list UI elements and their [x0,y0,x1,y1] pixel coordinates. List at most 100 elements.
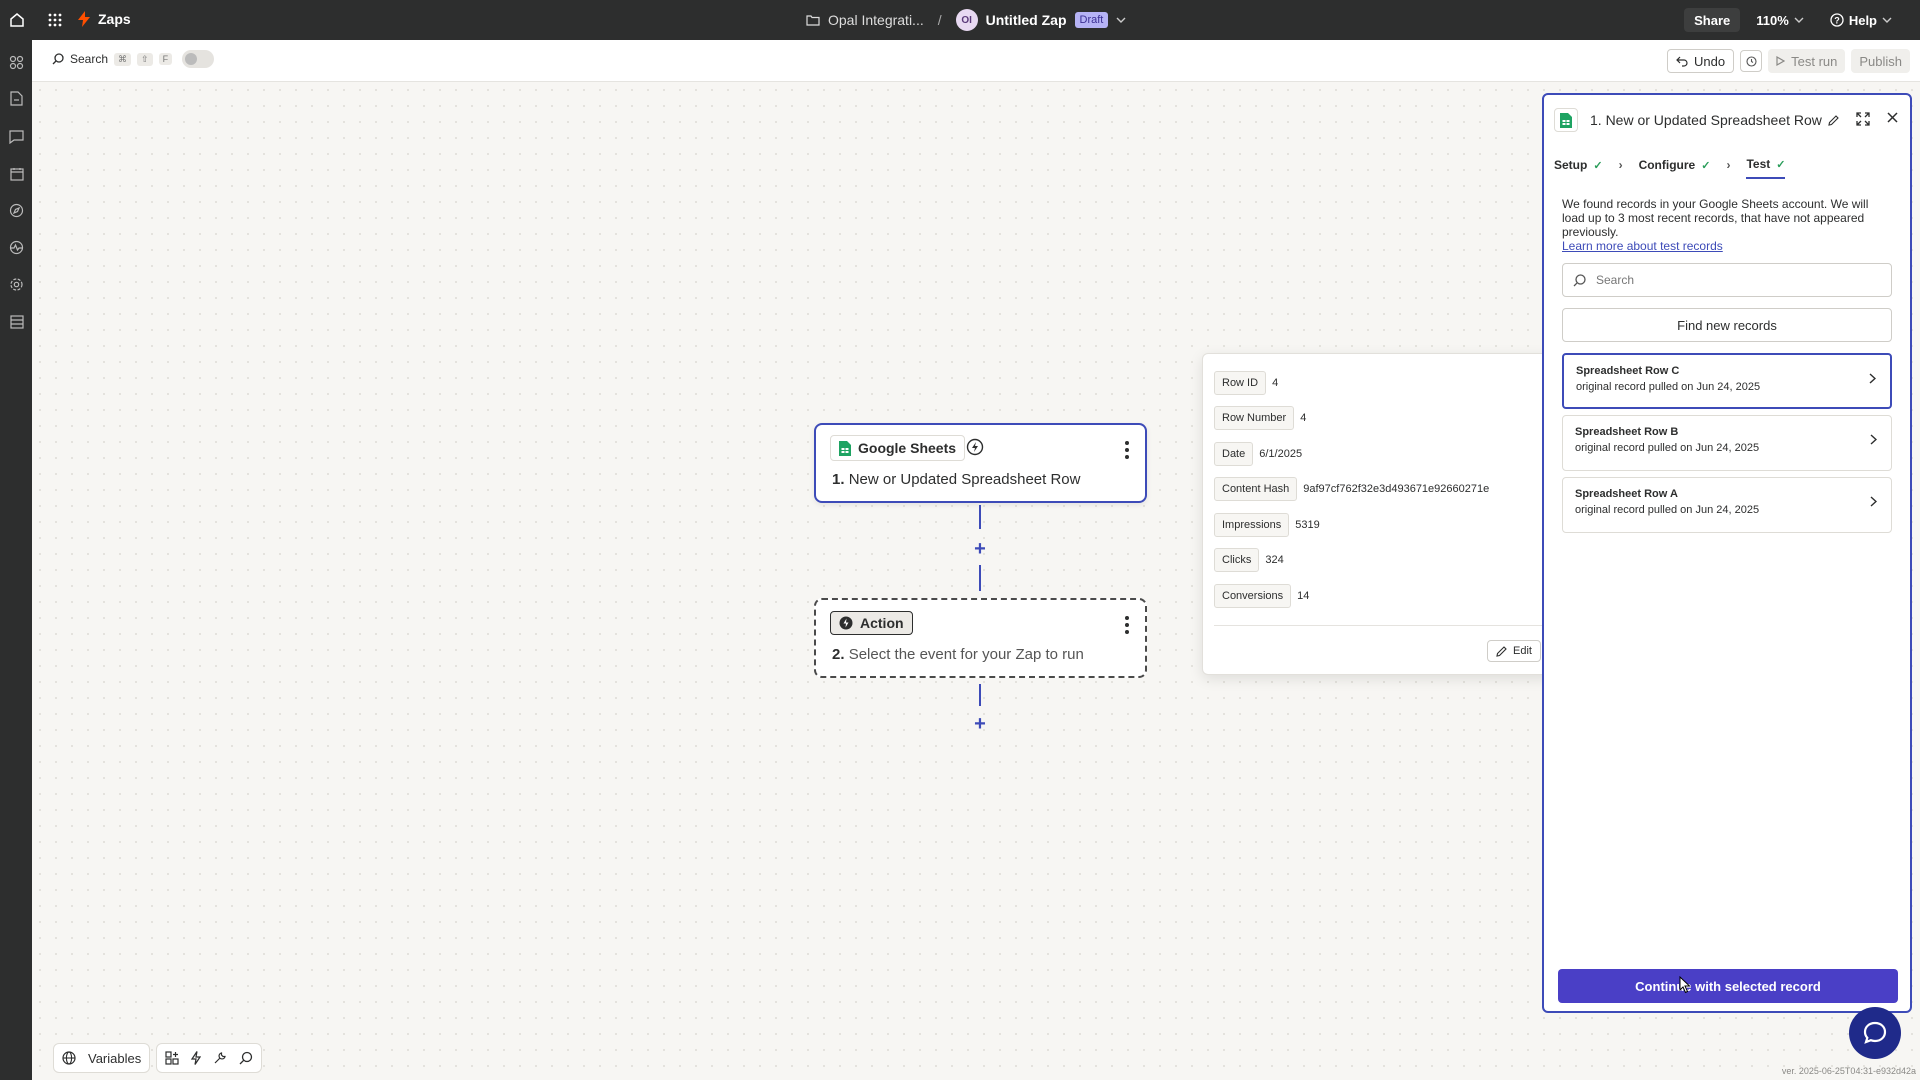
more-options-icon[interactable] [1125,441,1129,459]
add-step-button[interactable]: + [972,539,988,559]
continue-with-selected-record-button[interactable]: Continue with selected record [1558,969,1898,1003]
record-detail-popover: Row ID 4 Row Number 4 Date 6/1/2025 Cont… [1202,353,1554,675]
help-menu[interactable]: ? Help [1820,8,1902,32]
app-grid-icon[interactable] [46,11,64,29]
search-icon[interactable] [239,1051,253,1065]
field-key: Clicks [1214,548,1260,572]
field-value: 6/1/2025 [1259,448,1303,460]
records-search-input[interactable]: Search [1562,263,1892,297]
shortcut-key: ⌘ [114,52,132,66]
field-value: 324 [1265,554,1284,566]
tab-configure[interactable]: Configure ✓ [1639,151,1711,179]
chevron-right-icon: › [1726,158,1731,172]
chevron-right-icon [1870,434,1877,445]
record-list-item[interactable]: Spreadsheet Row A original record pulled… [1562,477,1892,533]
close-icon[interactable] [1887,112,1898,123]
settings-icon[interactable] [8,276,25,293]
action-chip[interactable]: Action [830,611,913,635]
apps-icon[interactable] [8,54,25,71]
history-button[interactable] [1740,50,1763,72]
record-name: Spreadsheet Row C [1576,365,1680,377]
chevron-right-icon: › [1618,158,1623,172]
search-icon [52,53,64,65]
field-value: 4 [1272,377,1279,389]
learn-more-link[interactable]: Learn more about test records [1562,239,1892,253]
field-key: Date [1214,442,1254,466]
zoom-label: 110% [1756,12,1789,28]
zap-name[interactable]: Untitled Zap [986,12,1067,28]
action-step-card[interactable]: Action 2. Select the event for your Zap … [814,598,1147,678]
check-icon: ✓ [1776,158,1786,171]
field-value: 9af97cf762f32e3d493671e92660271e [1303,483,1490,495]
expand-icon[interactable] [1856,112,1870,126]
tab-label: Setup [1554,158,1588,172]
record-list-item[interactable]: Spreadsheet Row C original record pulled… [1562,353,1892,409]
tab-label: Configure [1638,158,1696,172]
test-run-button[interactable]: Test run [1768,49,1846,73]
action-icon [839,616,853,630]
version-text: ver. 2025-06-25T04:31-e932d42a [1781,1066,1916,1076]
chevron-right-icon [1869,373,1876,384]
connector-line [979,565,981,591]
breadcrumb-separator: / [937,12,942,28]
wrench-icon[interactable] [213,1051,227,1065]
step-config-panel: 1. New or Updated Spreadsheet Row Setup … [1542,93,1912,1013]
canvas-tools [156,1043,263,1073]
left-rail [0,40,32,1080]
connector-line [979,684,981,706]
home-icon[interactable] [8,11,26,29]
tab-setup[interactable]: Setup ✓ [1554,151,1603,179]
app-brand[interactable]: Zaps [78,11,131,27]
calendar-icon[interactable] [8,165,25,182]
variables-button[interactable]: Variables [53,1043,151,1073]
action-label: Action [860,615,904,631]
explore-icon[interactable] [8,202,25,219]
search-placeholder: Search [1596,273,1635,287]
rename-pencil-icon[interactable] [1828,114,1839,126]
top-bar: Zaps Opal Integrati... / OI Untitled Zap… [0,0,1920,40]
add-step-button[interactable]: + [972,714,988,734]
search-toggle[interactable] [182,50,215,68]
avatar: OI [955,9,978,31]
undo-button[interactable]: Undo [1667,49,1735,73]
record-field: Impressions 5319 [1214,513,1320,537]
app-chip[interactable]: Google Sheets [830,435,966,461]
trigger-status-icon[interactable] [966,438,984,456]
status-badge: Draft [1074,12,1109,28]
more-options-icon[interactable] [1125,616,1129,634]
document-icon[interactable] [8,90,25,107]
chevron-down-icon[interactable] [1116,16,1126,24]
chat-icon[interactable] [8,128,25,145]
tables-icon[interactable] [8,313,25,330]
edit-button[interactable]: Edit [1487,640,1541,662]
app-name: Google Sheets [858,440,957,456]
field-key: Row ID [1214,371,1267,395]
field-key: Conversions [1214,584,1292,608]
canvas-search[interactable]: Search ⌘ ⇧ F [52,50,215,68]
record-meta: original record pulled on Jun 24, 2025 [1575,442,1760,454]
folder-name[interactable]: Opal Integrati... [828,12,924,28]
trigger-step-card[interactable]: Google Sheets 1. New or Updated Spreadsh… [814,423,1147,503]
tab-test[interactable]: Test ✓ [1746,151,1786,179]
connector-line [979,505,981,529]
find-new-records-button[interactable]: Find new records [1562,308,1892,342]
publish-button[interactable]: Publish [1851,49,1910,73]
step-title: 2. Select the event for your Zap to run [832,646,1084,663]
divider [1214,625,1542,626]
support-chat-button[interactable] [1849,1007,1901,1059]
google-sheets-icon [1554,108,1578,132]
chevron-down-icon [1794,17,1804,23]
record-meta: original record pulled on Jun 24, 2025 [1575,504,1760,516]
record-list-item[interactable]: Spreadsheet Row B original record pulled… [1562,415,1892,471]
zoom-select[interactable]: 110% [1746,8,1814,32]
svg-text:?: ? [1834,16,1840,26]
record-meta: original record pulled on Jun 24, 2025 [1576,381,1761,393]
undo-icon [1676,56,1688,67]
bolt-icon[interactable] [191,1051,202,1065]
bottom-toolbar: Variables [53,1043,263,1073]
layout-icon[interactable] [165,1051,179,1065]
share-button[interactable]: Share [1684,8,1741,32]
activity-icon[interactable] [8,239,25,256]
record-field: Clicks 324 [1214,548,1284,572]
field-value: 5319 [1295,519,1320,531]
